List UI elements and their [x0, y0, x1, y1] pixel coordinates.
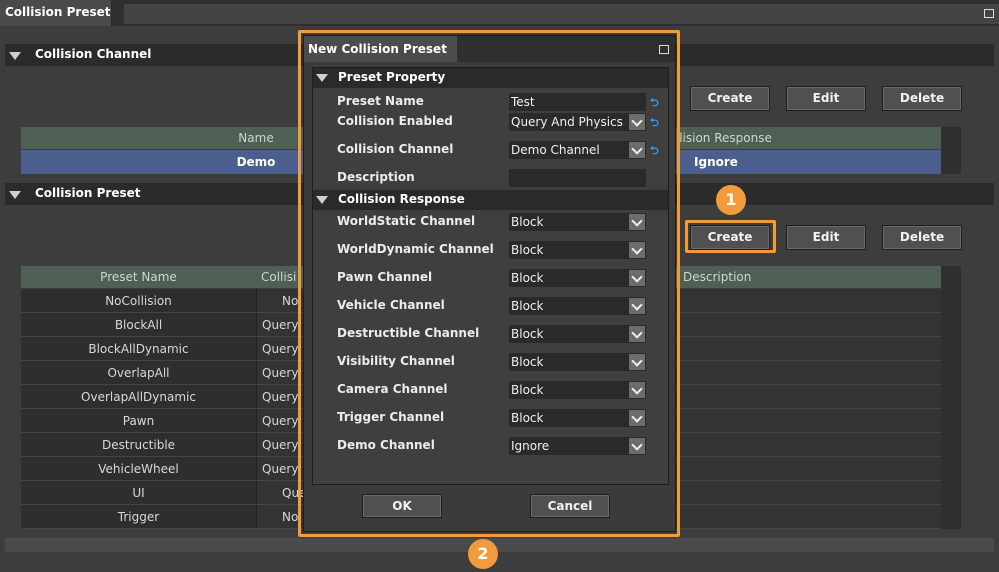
preset-name-cell: VehicleWheel [21, 457, 256, 480]
select-value: Ignore [511, 439, 550, 453]
description-input[interactable] [509, 169, 646, 187]
select-value: Block [511, 411, 544, 425]
callout-badge-1: 1 [716, 185, 746, 215]
dialog-title: New Collision Preset [304, 36, 457, 62]
select-value: Block [511, 271, 544, 285]
chevron-down-icon[interactable] [628, 241, 646, 259]
select-value: Query And Physics [511, 115, 623, 129]
preset-edit-button[interactable]: Edit [786, 225, 866, 250]
response-label: Trigger Channel [337, 410, 445, 424]
collapse-triangle-icon[interactable] [316, 74, 328, 82]
select-value: Block [511, 215, 544, 229]
response-label: Camera Channel [337, 382, 448, 396]
cancel-button[interactable]: Cancel [530, 494, 610, 518]
response-select[interactable]: Block [509, 381, 646, 399]
preset-create-button[interactable]: Create [690, 225, 770, 250]
callout-badge-2: 2 [468, 539, 498, 569]
response-label: Destructible Channel [337, 326, 480, 340]
response-select[interactable]: Block [509, 213, 646, 231]
select-value: Block [511, 383, 544, 397]
response-label: Demo Channel [337, 438, 435, 452]
chevron-down-icon[interactable] [628, 325, 646, 343]
preset-name-label: Preset Name [337, 94, 424, 108]
chevron-down-icon[interactable] [628, 353, 646, 371]
preset-name-cell: OverlapAll [21, 361, 256, 384]
chevron-down-icon[interactable] [628, 297, 646, 315]
chevron-down-icon[interactable] [628, 409, 646, 427]
channel-scrollbar[interactable] [941, 127, 961, 174]
select-value: Demo Channel [511, 143, 600, 157]
preset-name-cell: BlockAllDynamic [21, 337, 256, 360]
preset-name-cell: Destructible [21, 433, 256, 456]
response-select[interactable]: Block [509, 409, 646, 427]
dialog-content: Preset Property Preset Name Test ⮌ Colli… [312, 67, 669, 485]
chevron-down-icon[interactable] [628, 141, 646, 159]
bottom-scrollbar[interactable] [5, 538, 994, 552]
preset-name-cell: NoCollision [21, 289, 256, 312]
description-label: Description [337, 170, 415, 184]
preset-name-cell: OverlapAllDynamic [21, 385, 256, 408]
chevron-down-icon[interactable] [628, 381, 646, 399]
pin-icon[interactable] [984, 9, 994, 18]
response-select[interactable]: Block [509, 269, 646, 287]
column-description: Description [683, 270, 752, 284]
response-select[interactable]: Block [509, 353, 646, 371]
reset-link-icon[interactable]: ⮌ [650, 114, 659, 133]
preset-name-input[interactable]: Test [509, 93, 646, 111]
chevron-down-icon[interactable] [628, 437, 646, 455]
section-title: Preset Property [338, 70, 446, 84]
preset-scrollbar[interactable] [941, 266, 961, 529]
preset-property-header[interactable]: Preset Property [313, 68, 668, 88]
reset-link-icon[interactable]: ⮌ [650, 94, 659, 113]
response-label: Vehicle Channel [337, 298, 445, 312]
response-select[interactable]: Ignore [509, 437, 646, 455]
collision-channel-label: Collision Channel [337, 142, 454, 156]
chevron-down-icon[interactable] [628, 113, 646, 131]
collision-channel-select[interactable]: Demo Channel [509, 141, 646, 159]
channel-delete-button[interactable]: Delete [882, 86, 962, 111]
response-label: Visibility Channel [337, 354, 455, 368]
select-value: Block [511, 243, 544, 257]
tab-collision-preset[interactable]: Collision Preset [0, 0, 112, 26]
response-label: WorldDynamic Channel [337, 242, 494, 256]
select-value: Block [511, 355, 544, 369]
section-title: Collision Preset [35, 186, 141, 200]
select-value: Block [511, 327, 544, 341]
response-select[interactable]: Block [509, 241, 646, 259]
chevron-down-icon[interactable] [628, 213, 646, 231]
chevron-down-icon[interactable] [628, 269, 646, 287]
title-bar-fill [124, 4, 999, 24]
response-label: WorldStatic Channel [337, 214, 476, 228]
collision-enabled-select[interactable]: Query And Physics [509, 113, 646, 131]
collision-response-header[interactable]: Collision Response [313, 190, 668, 210]
ok-button[interactable]: OK [362, 494, 442, 518]
collapse-triangle-icon[interactable] [9, 191, 21, 199]
select-value: Block [511, 299, 544, 313]
preset-delete-button[interactable]: Delete [882, 225, 962, 250]
collision-enabled-label: Collision Enabled [337, 114, 453, 128]
collapse-triangle-icon[interactable] [9, 52, 21, 60]
tab-label: Collision Preset [5, 5, 111, 19]
preset-name-cell: UI [21, 481, 256, 504]
dialog-pin-icon[interactable] [659, 45, 669, 54]
collapse-triangle-icon[interactable] [316, 196, 328, 204]
preset-name-cell: BlockAll [21, 313, 256, 336]
preset-name-cell: Trigger [21, 505, 256, 528]
response-select[interactable]: Block [509, 297, 646, 315]
column-preset-name: Preset Name [100, 270, 177, 284]
channel-create-button[interactable]: Create [690, 86, 770, 111]
channel-edit-button[interactable]: Edit [786, 86, 866, 111]
section-title: Collision Channel [35, 47, 152, 61]
response-label: Pawn Channel [337, 270, 433, 284]
response-select[interactable]: Block [509, 325, 646, 343]
preset-name-cell: Pawn [21, 409, 256, 432]
reset-link-icon[interactable]: ⮌ [650, 142, 659, 161]
section-title: Collision Response [338, 192, 465, 206]
new-collision-preset-dialog: New Collision Preset Preset Property Pre… [303, 35, 676, 532]
